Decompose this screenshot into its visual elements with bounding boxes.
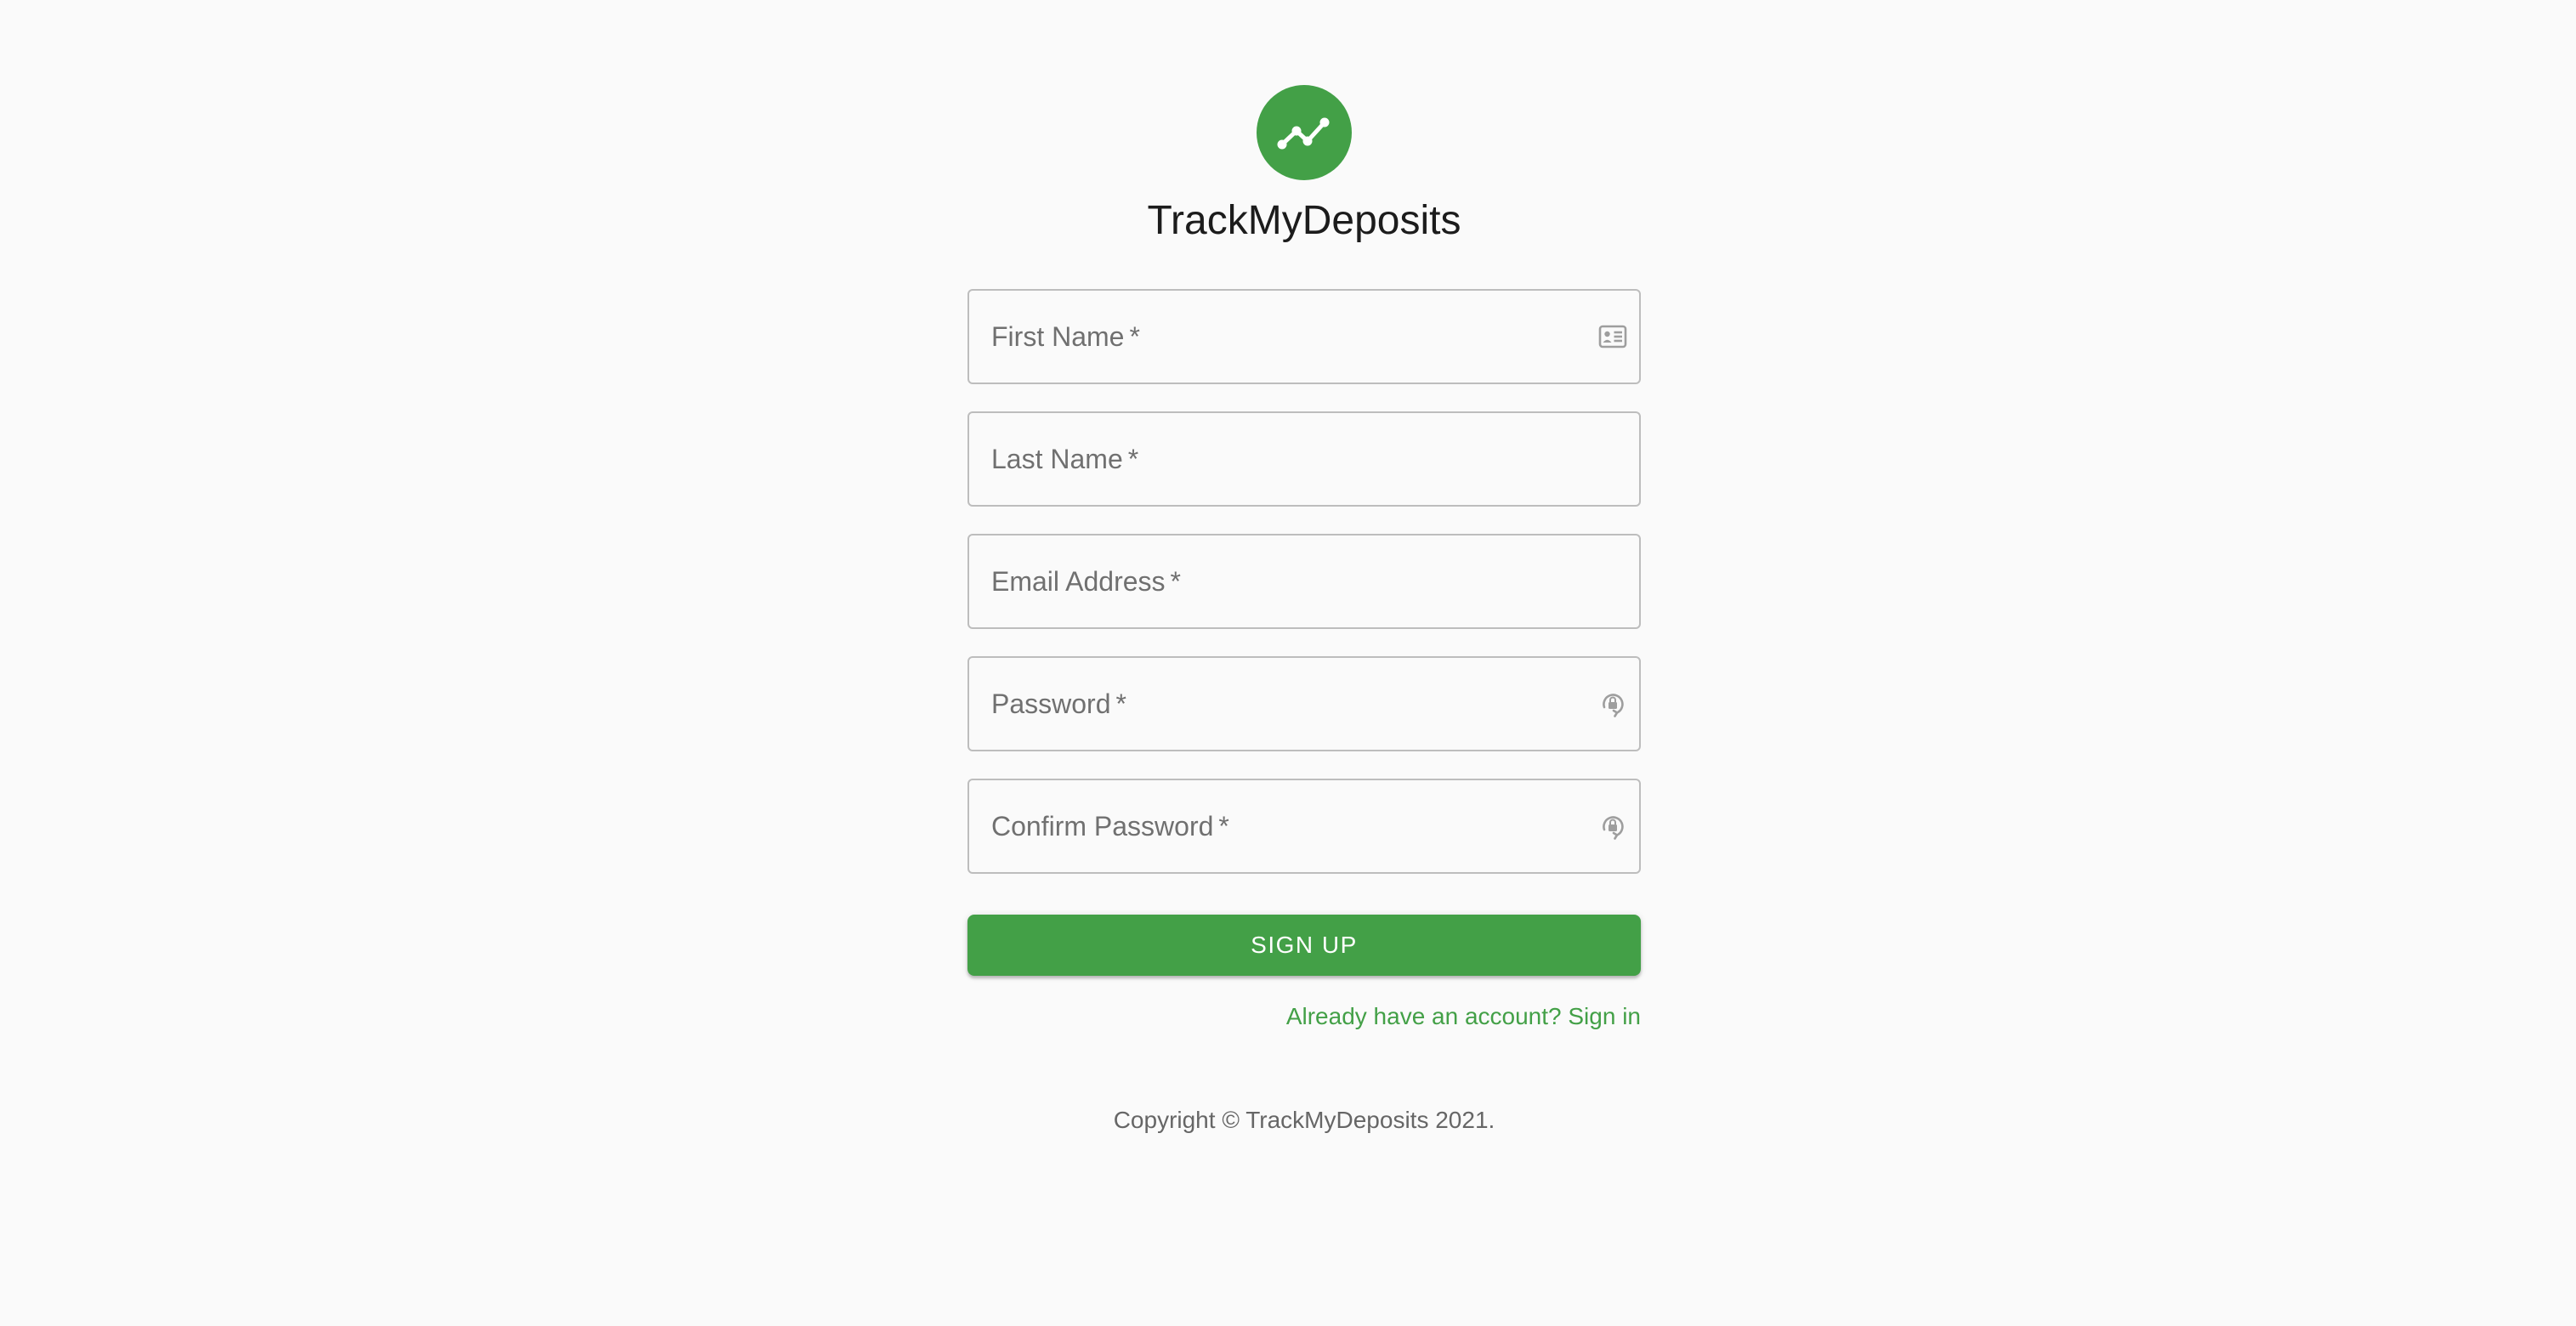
copyright-text: Copyright © TrackMyDeposits 2021. bbox=[1113, 1107, 1495, 1133]
signup-page: TrackMyDeposits First Name * Last Name * E… bbox=[0, 0, 2576, 1326]
confirm-password-label: Confirm Password * bbox=[991, 810, 1229, 842]
app-title: TrackMyDeposits bbox=[1147, 198, 1461, 243]
password-lock-icon bbox=[1598, 812, 1627, 841]
contact-card-icon bbox=[1598, 322, 1627, 351]
first-name-label: First Name * bbox=[991, 320, 1140, 352]
trending-up-icon bbox=[1277, 117, 1330, 150]
email-address-label: Email Address * bbox=[991, 565, 1181, 597]
last-name-label: Last Name * bbox=[991, 443, 1139, 474]
sign-in-link[interactable]: Already have an account? Sign in bbox=[1286, 1003, 1641, 1030]
password-label: Password * bbox=[991, 688, 1126, 719]
email-address-field[interactable]: Email Address * bbox=[967, 534, 1641, 629]
last-name-field[interactable]: Last Name * bbox=[967, 411, 1641, 507]
password-lock-icon bbox=[1598, 689, 1627, 718]
first-name-field[interactable]: First Name * bbox=[967, 289, 1641, 384]
logo-avatar bbox=[1257, 85, 1352, 180]
sign-up-button[interactable]: SIGN UP bbox=[967, 915, 1641, 976]
password-field[interactable]: Password * bbox=[967, 656, 1641, 751]
confirm-password-field[interactable]: Confirm Password * bbox=[967, 779, 1641, 874]
